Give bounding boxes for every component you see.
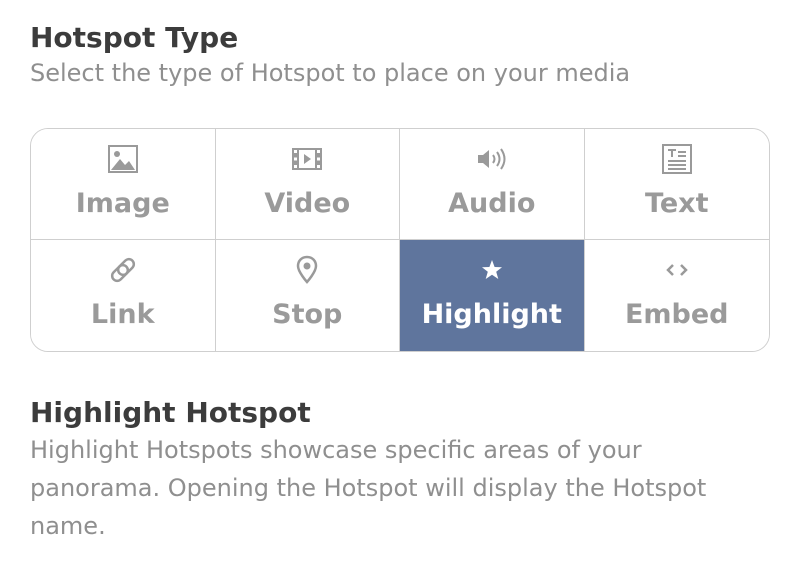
hotspot-type-image[interactable]: Image <box>31 129 216 240</box>
hotspot-type-label: Video <box>264 188 351 219</box>
hotspot-type-video[interactable]: Video <box>215 129 400 240</box>
description-title: Highlight Hotspot <box>30 396 311 429</box>
audio-icon <box>476 143 508 175</box>
hotspot-type-label: Highlight <box>421 299 562 330</box>
image-icon <box>107 143 139 175</box>
map-pin-icon <box>291 254 323 286</box>
hotspot-type-audio[interactable]: Audio <box>400 129 585 240</box>
star-icon <box>476 254 508 286</box>
hotspot-type-label: Audio <box>448 188 536 219</box>
description-text: Highlight Hotspots showcase specific are… <box>30 436 707 540</box>
link-icon <box>107 254 139 286</box>
hotspot-type-label: Image <box>75 188 170 219</box>
hotspot-type-label: Stop <box>272 299 343 330</box>
hotspot-type-label: Embed <box>624 299 729 330</box>
video-icon <box>291 143 323 175</box>
text-icon <box>661 143 693 175</box>
hotspot-type-link[interactable]: Link <box>31 240 216 351</box>
hotspot-type-label: Link <box>90 299 155 330</box>
hotspot-type-highlight[interactable]: Highlight <box>400 240 585 351</box>
hotspot-type-text[interactable]: Text <box>584 129 769 240</box>
hotspot-type-label: Text <box>645 188 709 219</box>
section-title: Hotspot Type <box>30 21 239 54</box>
section-subtitle: Select the type of Hotspot to place on y… <box>30 59 631 87</box>
hotspot-type-panel: Hotspot Type Select the type of Hotspot … <box>30 20 772 540</box>
code-icon <box>661 254 693 286</box>
hotspot-description: Highlight Hotspot Highlight Hotspots sho… <box>30 395 772 545</box>
hotspot-type-embed[interactable]: Embed <box>584 240 769 351</box>
hotspot-type-stop[interactable]: Stop <box>215 240 400 351</box>
hotspot-type-grid: Image Video Audio Text Link Stop Highlig… <box>30 128 770 352</box>
